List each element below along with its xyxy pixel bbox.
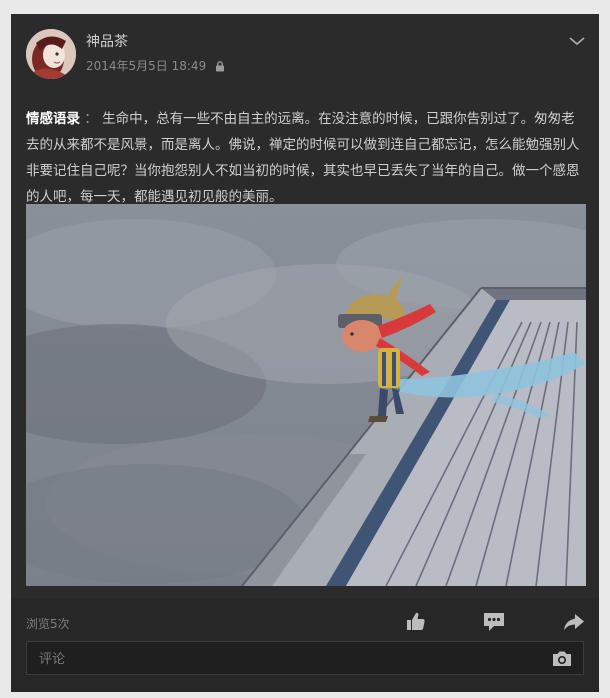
post-meta: 2014年5月5日 18:49 <box>86 57 226 74</box>
comment-icon[interactable] <box>481 609 507 635</box>
share-icon[interactable] <box>561 609 587 635</box>
post-content: 情感语录 ： 生命中，总有一些不由自主的远离。在没注意的时候，已跟你告别过了。匆… <box>26 106 586 210</box>
content-text: 生命中，总有一些不由自主的远离。在没注意的时候，已跟你告别过了。匆匆老去的从来都… <box>26 111 580 205</box>
content-label: 情感语录 <box>26 111 80 127</box>
author-name[interactable]: 神品茶 <box>86 31 128 51</box>
author-avatar[interactable] <box>26 29 76 79</box>
illustration-boy-on-rooftop <box>26 204 586 586</box>
post-timestamp: 2014年5月5日 18:49 <box>86 59 207 73</box>
lock-icon <box>214 60 226 72</box>
comment-input[interactable] <box>37 642 541 676</box>
post-footer: 浏览5次 <box>11 598 599 692</box>
thumbs-up-icon[interactable] <box>403 609 429 635</box>
post-image[interactable] <box>26 204 586 586</box>
camera-icon[interactable] <box>551 649 573 669</box>
comment-box <box>26 641 584 676</box>
view-count: 浏览5次 <box>26 617 70 631</box>
chevron-down-icon[interactable] <box>566 30 588 52</box>
content-separator: ： <box>84 111 98 127</box>
avatar-image <box>26 29 76 79</box>
post-header: 神品茶 2014年5月5日 18:49 <box>11 14 599 92</box>
post-card: 神品茶 2014年5月5日 18:49 情感语录 ： 生命中，总有一些不由自主的… <box>11 14 599 692</box>
